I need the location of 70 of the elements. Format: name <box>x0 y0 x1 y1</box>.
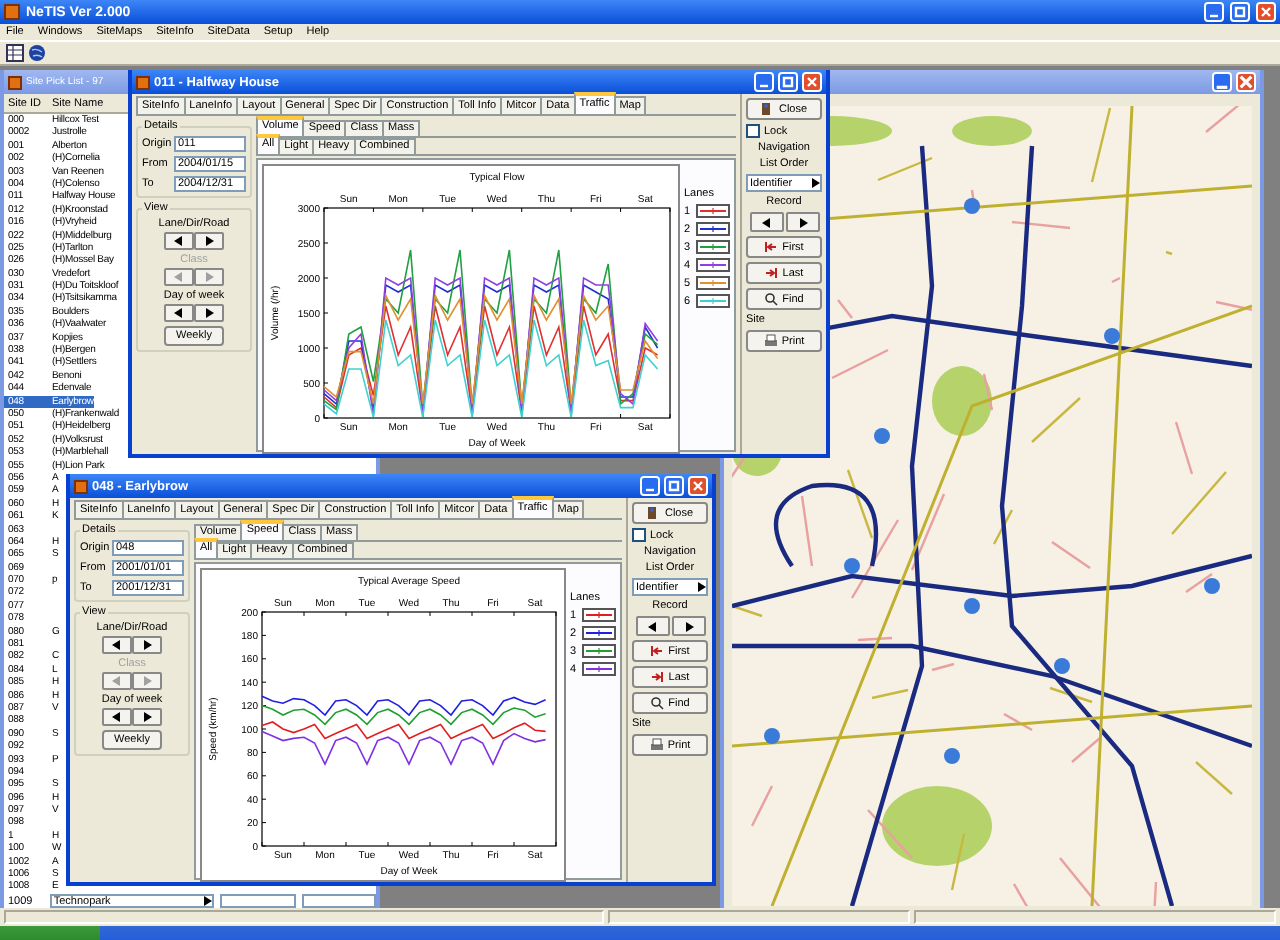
left-arrow-icon <box>174 308 184 318</box>
last-record-icon <box>764 266 779 280</box>
table-icon[interactable] <box>6 44 24 62</box>
maximize-button[interactable] <box>778 72 798 92</box>
input-field[interactable] <box>220 894 296 908</box>
minimize-button[interactable] <box>640 476 660 496</box>
close-icon <box>1260 6 1272 18</box>
start-button[interactable] <box>0 926 100 940</box>
maximize-icon <box>668 480 680 492</box>
app-icon <box>8 75 22 89</box>
right-arrow-icon <box>142 712 152 722</box>
left-arrow-icon <box>761 217 771 227</box>
dropdown-icon <box>202 896 213 906</box>
next-button[interactable] <box>132 636 162 654</box>
right-arrow-icon <box>142 676 152 686</box>
app-icon <box>136 75 150 89</box>
right-arrow-icon <box>683 621 693 631</box>
next-button[interactable] <box>194 232 224 250</box>
left-arrow-icon <box>647 621 657 631</box>
previous-button[interactable] <box>164 304 194 322</box>
previous-record-button[interactable] <box>635 616 669 636</box>
app-icon <box>74 479 88 493</box>
next-record-button[interactable] <box>785 212 819 232</box>
first-record-icon <box>650 644 665 658</box>
previous-record-button[interactable] <box>749 212 783 232</box>
next-button[interactable] <box>132 708 162 726</box>
previous-button[interactable] <box>102 636 132 654</box>
right-arrow-icon <box>204 308 214 318</box>
right-arrow-icon <box>797 217 807 227</box>
dropdown-icon <box>810 178 820 188</box>
lock-checkbox[interactable] <box>632 528 646 542</box>
next-record-button[interactable] <box>671 616 705 636</box>
previous-button[interactable] <box>164 232 194 250</box>
printer-icon <box>763 334 778 348</box>
minimize-button[interactable] <box>1212 72 1232 92</box>
first-record-icon <box>764 240 779 254</box>
door-icon <box>760 102 775 116</box>
search-icon <box>650 696 665 710</box>
minimize-button[interactable] <box>754 72 774 92</box>
close-icon <box>806 76 818 88</box>
left-arrow-icon <box>112 640 122 650</box>
close-button[interactable] <box>1236 72 1256 92</box>
close-button[interactable] <box>802 72 822 92</box>
right-arrow-icon <box>142 640 152 650</box>
search-icon <box>764 292 779 306</box>
maximize-button[interactable] <box>1230 2 1250 22</box>
left-arrow-icon <box>174 236 184 246</box>
lock-checkbox[interactable] <box>746 124 760 138</box>
maximize-icon <box>782 76 794 88</box>
dropdown-icon <box>696 582 706 592</box>
globe-icon[interactable] <box>28 44 46 62</box>
door-icon <box>646 506 661 520</box>
right-arrow-icon <box>204 236 214 246</box>
last-record-icon <box>650 670 665 684</box>
app-icon <box>4 4 20 20</box>
left-arrow-icon <box>112 676 122 686</box>
maximize-icon <box>1234 6 1246 18</box>
input-field[interactable] <box>301 894 376 908</box>
previous-button[interactable] <box>102 708 132 726</box>
close-icon <box>1238 74 1254 90</box>
close-button[interactable] <box>688 476 708 496</box>
close-icon <box>692 480 704 492</box>
left-arrow-icon <box>174 272 184 282</box>
minimize-button[interactable] <box>1204 2 1224 22</box>
right-arrow-icon <box>204 272 214 282</box>
next-button[interactable] <box>194 304 224 322</box>
close-button[interactable] <box>1256 2 1276 22</box>
maximize-button[interactable] <box>664 476 684 496</box>
left-arrow-icon <box>112 712 122 722</box>
printer-icon <box>649 738 664 752</box>
